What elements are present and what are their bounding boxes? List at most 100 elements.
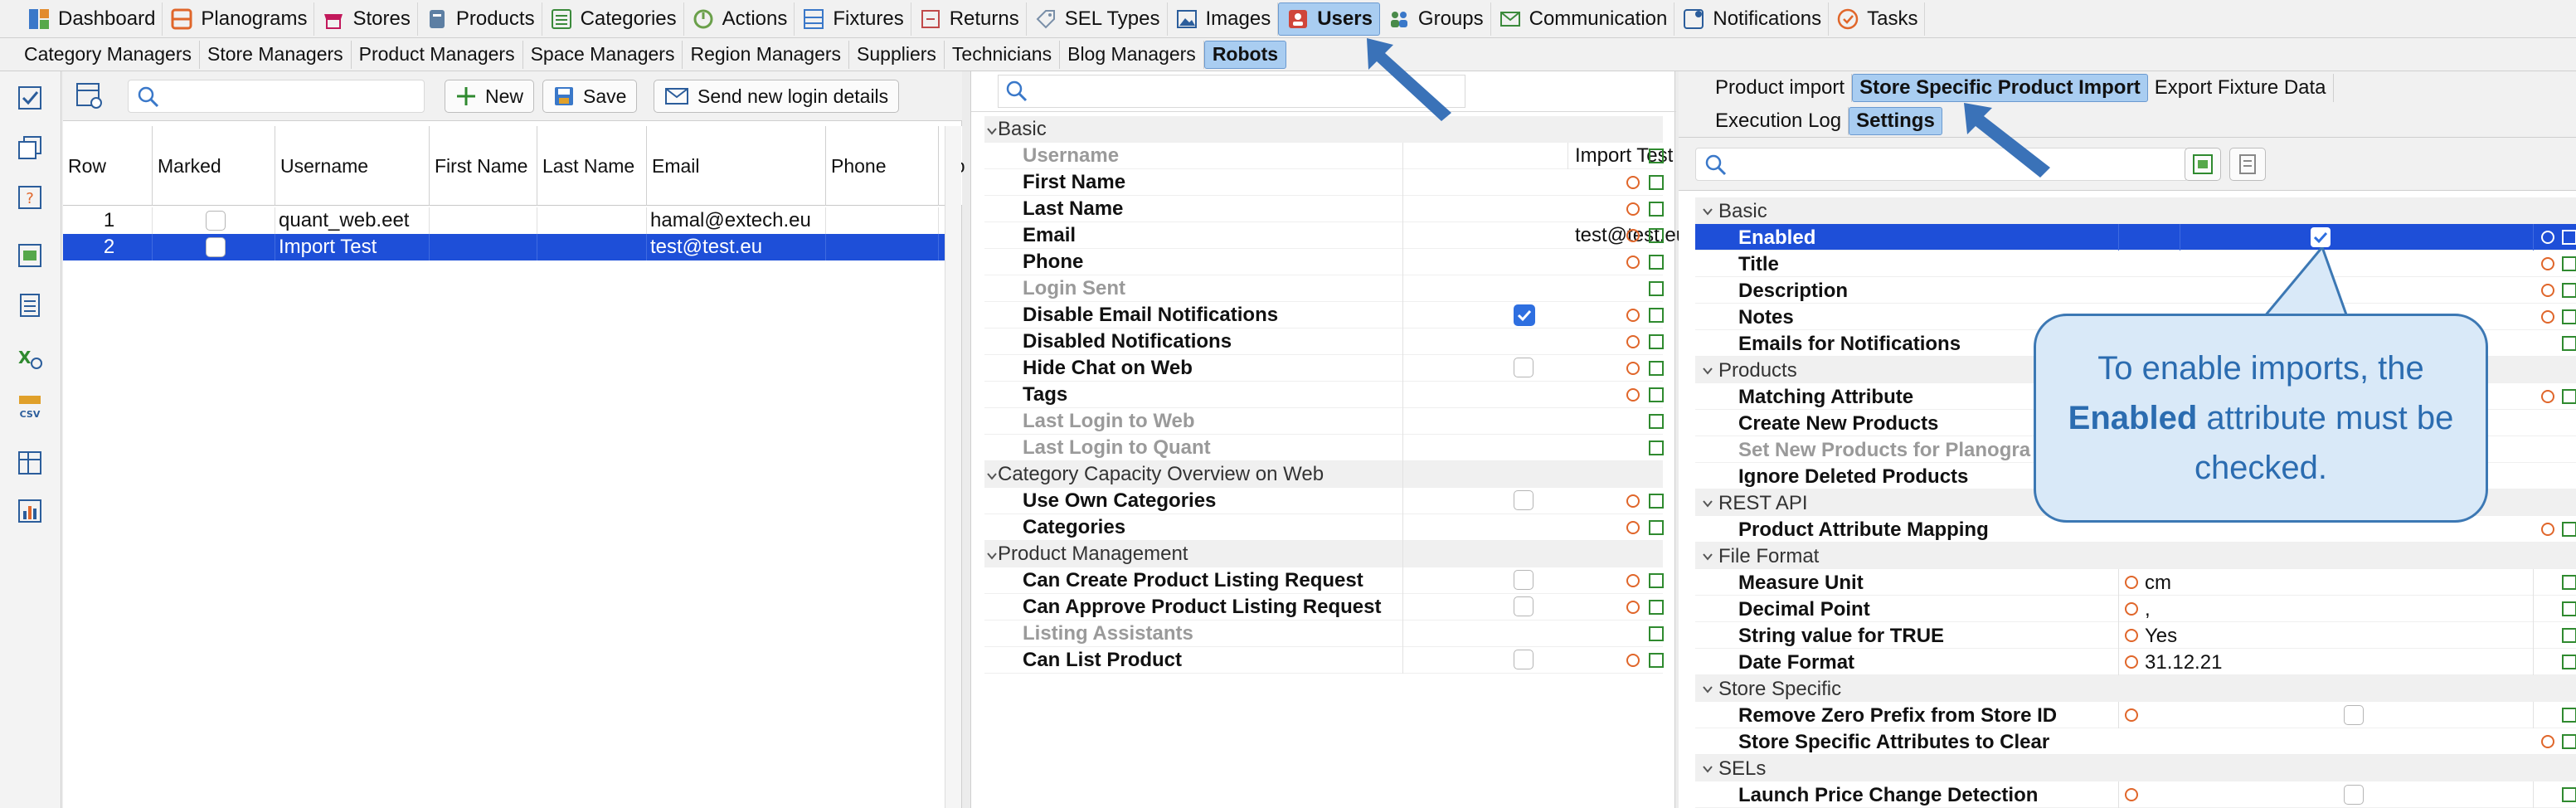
tab-product-import[interactable]: Product import: [1708, 74, 1853, 102]
reset-icon[interactable]: [1625, 254, 1641, 270]
edit-icon[interactable]: [1648, 148, 1665, 164]
nav-categories[interactable]: Categories: [542, 2, 684, 36]
prop-phone[interactable]: Phone: [984, 249, 1665, 275]
send-login-details-button[interactable]: Send new login details: [654, 80, 900, 113]
edit-icon[interactable]: [1648, 413, 1665, 430]
group-sels[interactable]: SELs: [1695, 755, 2576, 781]
default-value-icon[interactable]: [2123, 707, 2140, 723]
remove-zero-prefix-checkbox[interactable]: [2344, 705, 2364, 725]
table-row-selected[interactable]: 2 Import Test test@test.eu: [63, 234, 945, 260]
edit-icon[interactable]: [2561, 335, 2576, 352]
edit-icon[interactable]: [1648, 280, 1665, 297]
edit-icon[interactable]: [1648, 599, 1665, 616]
nav-planograms[interactable]: Planograms: [163, 2, 315, 36]
prop-last-name[interactable]: Last Name: [984, 196, 1665, 222]
group-store-specific[interactable]: Store Specific: [1695, 675, 2576, 702]
nav-fixtures[interactable]: Fixtures: [795, 2, 911, 36]
default-value-icon[interactable]: [2123, 574, 2140, 591]
reset-icon[interactable]: [1625, 333, 1641, 350]
checklist-icon[interactable]: [15, 83, 45, 113]
nav-notifications[interactable]: Notifications: [1674, 2, 1830, 36]
user-search-input[interactable]: [165, 84, 414, 109]
marked-checkbox[interactable]: [205, 211, 226, 231]
excel-export-icon[interactable]: X: [15, 343, 45, 373]
reset-icon[interactable]: [1625, 599, 1641, 616]
edit-icon[interactable]: [1648, 625, 1665, 642]
group-basic[interactable]: Basic: [1695, 197, 2576, 224]
export-settings-button[interactable]: [2185, 148, 2221, 181]
nav-actions[interactable]: Actions: [684, 2, 795, 36]
chart-icon[interactable]: [15, 496, 45, 526]
tab-blog-managers[interactable]: Blog Managers: [1060, 40, 1204, 69]
edit-icon[interactable]: [2561, 229, 2576, 246]
nav-sel-types[interactable]: SEL Types: [1027, 2, 1168, 36]
setting-enabled[interactable]: Enabled: [1695, 224, 2576, 251]
can-list-product-checkbox[interactable]: [1514, 650, 1533, 669]
reset-icon[interactable]: [2540, 229, 2556, 246]
group-file-format[interactable]: File Format: [1695, 543, 2576, 569]
prop-disabled-notifications[interactable]: Disabled Notifications: [984, 329, 1665, 355]
edit-icon[interactable]: [2561, 521, 2576, 538]
setting-description[interactable]: Description: [1695, 277, 2576, 304]
nav-returns[interactable]: Returns: [911, 2, 1027, 36]
reset-icon[interactable]: [1625, 652, 1641, 669]
tab-robots[interactable]: Robots: [1203, 40, 1287, 69]
settings-search-box[interactable]: [1695, 148, 2188, 181]
edit-icon[interactable]: [2561, 786, 2576, 803]
nav-users[interactable]: Users: [1278, 2, 1380, 36]
nav-communication[interactable]: Communication: [1491, 2, 1675, 36]
reset-icon[interactable]: [1625, 307, 1641, 324]
default-value-icon[interactable]: [2123, 654, 2140, 670]
tab-export-fixture-data[interactable]: Export Fixture Data: [2148, 74, 2334, 102]
copy-icon[interactable]: [15, 133, 45, 163]
new-button[interactable]: New: [445, 80, 535, 113]
table-settings-icon[interactable]: [75, 81, 103, 115]
use-own-categories-checkbox[interactable]: [1514, 490, 1533, 510]
edit-icon[interactable]: [1648, 333, 1665, 350]
tab-product-managers[interactable]: Product Managers: [352, 40, 523, 69]
edit-icon[interactable]: [1648, 387, 1665, 403]
edit-icon[interactable]: [2561, 309, 2576, 325]
edit-icon[interactable]: [1648, 652, 1665, 669]
reset-icon[interactable]: [2540, 388, 2556, 405]
edit-icon[interactable]: [2561, 256, 2576, 272]
tab-region-managers[interactable]: Region Managers: [683, 40, 850, 69]
prop-listing-assistants[interactable]: Listing Assistants: [984, 621, 1665, 647]
setting-measure-unit[interactable]: Measure Unit cm: [1695, 569, 2576, 596]
tab-space-managers[interactable]: Space Managers: [523, 40, 683, 69]
column-header-row[interactable]: Row: [63, 126, 153, 206]
edit-icon[interactable]: [2561, 627, 2576, 644]
edit-icon[interactable]: [2561, 707, 2576, 723]
edit-icon[interactable]: [2561, 282, 2576, 299]
export-icon[interactable]: [15, 241, 45, 270]
nav-groups[interactable]: Groups: [1380, 2, 1491, 36]
column-header-phone[interactable]: Phone: [826, 126, 939, 206]
edit-icon[interactable]: [1648, 307, 1665, 324]
edit-icon[interactable]: [1648, 493, 1665, 509]
prop-use-own-categories[interactable]: Use Own Categories: [984, 488, 1665, 514]
disable-email-checkbox-checked[interactable]: [1514, 304, 1535, 326]
default-value-icon[interactable]: [2123, 786, 2140, 803]
edit-icon[interactable]: [2561, 388, 2576, 405]
prop-last-login-quant[interactable]: Last Login to Quant: [984, 435, 1665, 461]
edit-icon[interactable]: [1648, 254, 1665, 270]
nav-stores[interactable]: Stores: [314, 2, 418, 36]
group-category-capacity[interactable]: Category Capacity Overview on Web: [984, 461, 1663, 488]
prop-login-sent[interactable]: Login Sent: [984, 275, 1665, 302]
setting-launch-price-change-detection[interactable]: Launch Price Change Detection: [1695, 781, 2576, 808]
nav-products[interactable]: Products: [418, 2, 542, 36]
edit-icon[interactable]: [1648, 572, 1665, 589]
launch-price-checkbox[interactable]: [2344, 785, 2364, 805]
prop-email[interactable]: Email test@test.eu: [984, 222, 1687, 249]
column-header-marked[interactable]: Marked: [153, 126, 275, 206]
tab-technicians[interactable]: Technicians: [945, 40, 1061, 69]
nav-images[interactable]: Images: [1168, 2, 1279, 36]
column-header-email[interactable]: Email: [647, 126, 826, 206]
tab-settings[interactable]: Settings: [1849, 106, 1942, 135]
prop-username[interactable]: Username Import Test: [984, 143, 1768, 169]
column-header-username[interactable]: Username: [275, 126, 430, 206]
edit-icon[interactable]: [1648, 201, 1665, 217]
tab-category-managers[interactable]: Category Managers: [17, 40, 200, 69]
edit-icon[interactable]: [1648, 440, 1665, 456]
can-create-listing-checkbox[interactable]: [1514, 570, 1533, 590]
